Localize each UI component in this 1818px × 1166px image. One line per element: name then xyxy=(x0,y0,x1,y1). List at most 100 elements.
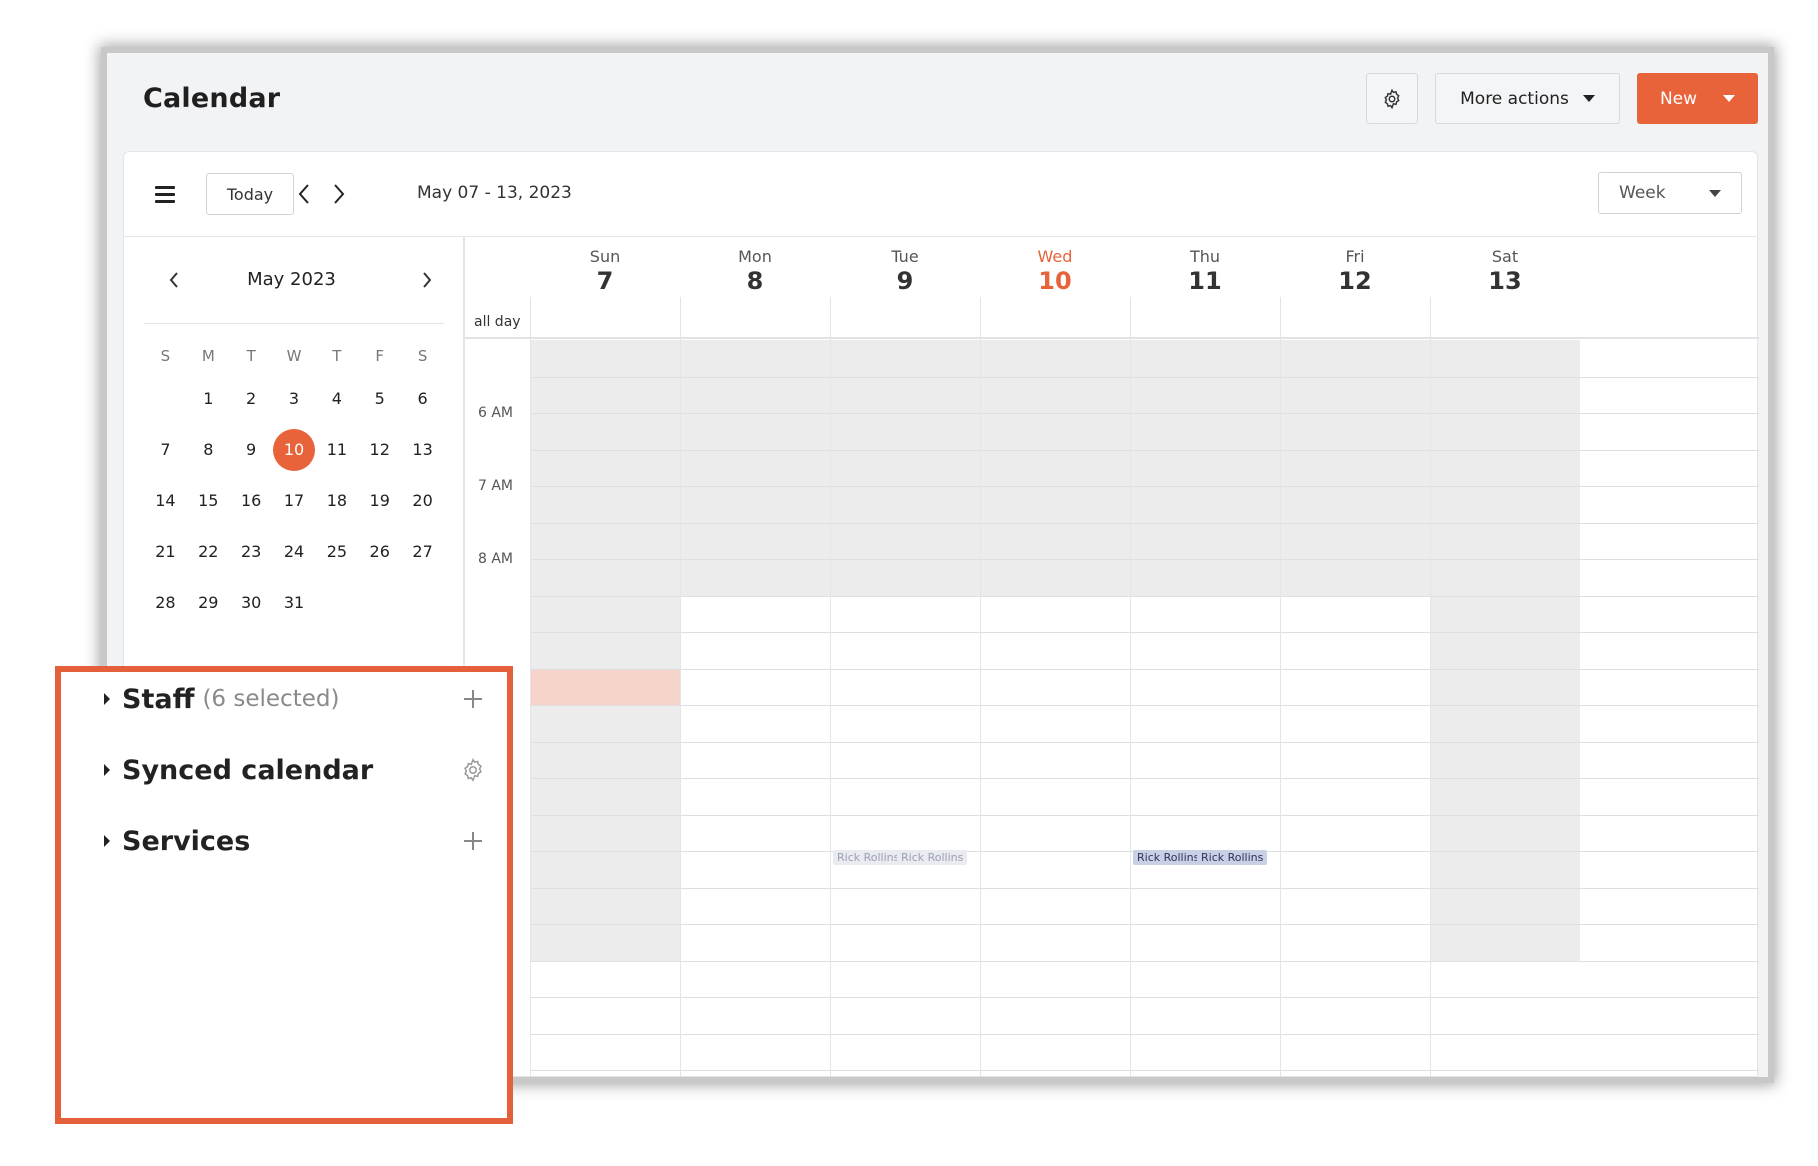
add-button[interactable] xyxy=(459,827,487,855)
time-slot-line xyxy=(530,778,1759,779)
next-week-button[interactable] xyxy=(328,182,350,206)
sidebar-section-toggle[interactable]: Synced calendar xyxy=(104,753,373,787)
view-select-value: Week xyxy=(1619,183,1666,203)
day-cell[interactable]: 9 xyxy=(230,424,273,475)
day-cell[interactable]: 22 xyxy=(187,526,230,577)
day-header[interactable]: Sat 13 xyxy=(1430,237,1580,309)
selected-slot[interactable] xyxy=(530,668,680,705)
unavailable-hours xyxy=(680,340,830,596)
settings-button[interactable] xyxy=(459,756,487,784)
sidebar-section-toggle[interactable]: Services xyxy=(104,824,250,858)
time-slot-line xyxy=(530,960,1759,962)
caret-right-icon xyxy=(104,764,110,776)
day-cell[interactable]: 23 xyxy=(230,526,273,577)
week-row: 7 8 9 10 11 12 13 xyxy=(144,424,444,475)
day-cell[interactable]: 18 xyxy=(315,475,358,526)
prev-week-button[interactable] xyxy=(293,182,315,206)
day-cell[interactable]: 31 xyxy=(273,577,316,628)
weekday-header: W xyxy=(286,347,302,365)
sidebar-section-toggle[interactable]: Staff (6 selected) xyxy=(104,682,339,716)
settings-button[interactable] xyxy=(1366,73,1418,124)
today-button[interactable]: Today xyxy=(206,173,294,215)
day-cell[interactable]: 28 xyxy=(144,577,187,628)
chevron-right-icon xyxy=(334,184,345,204)
day-cell[interactable]: 6 xyxy=(401,373,444,424)
day-name: Mon xyxy=(738,247,772,266)
day-header[interactable]: Mon 8 xyxy=(680,237,830,309)
day-cell[interactable]: 13 xyxy=(401,424,444,475)
day-date: 8 xyxy=(746,267,764,295)
day-cell[interactable]: 19 xyxy=(358,475,401,526)
day-name: Tue xyxy=(891,247,919,266)
unavailable-hours xyxy=(1280,340,1430,596)
time-slot-line xyxy=(530,1033,1759,1035)
event-chip[interactable]: Rick Rollins xyxy=(1133,850,1204,865)
day-cell[interactable]: 1 xyxy=(187,373,230,424)
weekday-header: F xyxy=(375,347,385,365)
time-slot-line xyxy=(530,376,1759,378)
day-cell[interactable]: 20 xyxy=(401,475,444,526)
day-cell[interactable]: 27 xyxy=(401,526,444,577)
day-header[interactable]: Thu 11 xyxy=(1130,237,1280,309)
time-slot-line xyxy=(530,705,1759,706)
time-label: 6 AM xyxy=(478,405,514,421)
day-cell[interactable]: 2 xyxy=(230,373,273,424)
day-cell[interactable]: 5 xyxy=(358,373,401,424)
day-cell[interactable]: 4 xyxy=(315,373,358,424)
day-header[interactable]: Tue 9 xyxy=(830,237,980,309)
day-cell[interactable]: 8 xyxy=(187,424,230,475)
day-header[interactable]: Sun 7 xyxy=(530,237,680,309)
day-cell[interactable]: 24 xyxy=(273,526,316,577)
day-name: Fri xyxy=(1345,247,1365,266)
unavailable-hours xyxy=(530,340,680,961)
empty-cell xyxy=(358,577,401,628)
mini-calendar-header: May 2023 xyxy=(144,261,439,301)
day-cell[interactable]: 25 xyxy=(315,526,358,577)
day-cell[interactable]: 26 xyxy=(358,526,401,577)
week-row: 123456 xyxy=(144,373,444,424)
time-label: 8 AM xyxy=(478,551,514,567)
day-header[interactable]: Wed 10 xyxy=(980,237,1130,309)
day-cell[interactable]: 12 xyxy=(358,424,401,475)
time-grid: Rick Rollins Rick Rollins Rick Rollins Rick… xyxy=(530,340,1759,1077)
day-cell[interactable]: 14 xyxy=(144,475,187,526)
column-divider xyxy=(980,297,981,1077)
chevron-right-icon xyxy=(423,272,432,288)
plus-icon xyxy=(464,832,482,850)
day-cell[interactable]: 30 xyxy=(230,577,273,628)
column-divider xyxy=(1280,297,1281,1077)
day-cell[interactable]: 21 xyxy=(144,526,187,577)
column-divider xyxy=(680,297,681,1077)
day-cell[interactable]: 15 xyxy=(187,475,230,526)
weekday-header: T xyxy=(246,347,256,365)
unavailable-hours xyxy=(980,340,1130,596)
calendar-toolbar: Today May 07 - 13, 2023 Week xyxy=(124,152,1757,237)
day-name: Sat xyxy=(1491,247,1519,266)
available-slot[interactable] xyxy=(830,595,980,632)
time-slot-line xyxy=(530,668,1759,670)
new-label: New xyxy=(1659,88,1698,109)
day-cell[interactable]: 29 xyxy=(187,577,230,628)
add-button[interactable] xyxy=(459,685,487,713)
day-cell[interactable]: 7 xyxy=(144,424,187,475)
unavailable-hours xyxy=(1430,340,1580,961)
view-select[interactable]: Week xyxy=(1598,172,1742,214)
day-date: 7 xyxy=(596,267,614,295)
column-divider xyxy=(830,297,831,1077)
new-button[interactable]: New xyxy=(1637,73,1758,124)
day-cell[interactable]: 3 xyxy=(273,373,316,424)
column-divider xyxy=(1130,297,1131,1077)
event-chip[interactable]: Rick Rollins xyxy=(833,850,904,865)
more-actions-button[interactable]: More actions xyxy=(1435,73,1620,124)
day-cell[interactable]: 17 xyxy=(273,475,316,526)
day-cell[interactable]: 10 xyxy=(273,424,316,475)
event-chip[interactable]: Rick Rollins xyxy=(1197,850,1268,865)
day-cell[interactable]: 11 xyxy=(315,424,358,475)
event-chip[interactable]: Rick Rollins xyxy=(897,850,968,865)
week-row: 21 22 23 24 25 26 27 xyxy=(144,526,444,577)
next-month-button[interactable] xyxy=(417,269,437,291)
day-header[interactable]: Fri 12 xyxy=(1280,237,1430,309)
day-cell[interactable]: 16 xyxy=(230,475,273,526)
hamburger-icon[interactable] xyxy=(155,186,175,203)
plus-icon xyxy=(464,690,482,708)
